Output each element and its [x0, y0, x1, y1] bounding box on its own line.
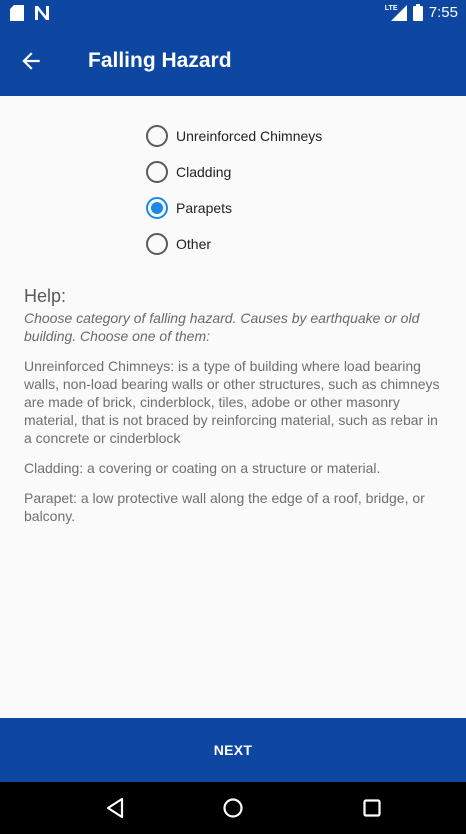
- arrow-back-icon: [22, 52, 40, 70]
- radio-cladding[interactable]: [146, 161, 168, 183]
- next-button-label: NEXT: [213, 742, 253, 758]
- sd-card-icon: [10, 5, 24, 21]
- help-intro: Choose category of falling hazard. Cause…: [24, 310, 420, 344]
- back-button[interactable]: [18, 48, 44, 74]
- nav-back-button[interactable]: [102, 794, 130, 822]
- nav-home-button[interactable]: [219, 794, 247, 822]
- home-circle-icon: [223, 798, 243, 818]
- option-parapets[interactable]: Parapets: [146, 190, 446, 226]
- option-label: Cladding: [176, 164, 232, 180]
- status-time: 7:55: [428, 4, 458, 21]
- nav-recents-button[interactable]: [358, 794, 386, 822]
- hazard-radio-group: Unreinforced Chimneys Cladding Parapets …: [146, 118, 446, 262]
- option-label: Other: [176, 236, 212, 252]
- option-unreinforced-chimneys[interactable]: Unreinforced Chimneys: [146, 118, 446, 154]
- back-triangle-icon: [106, 797, 124, 819]
- help-paragraph-parapet: Parapet: a low protective wall along the…: [24, 490, 425, 524]
- radio-parapets[interactable]: [146, 197, 168, 219]
- page-title: Falling Hazard: [88, 49, 232, 72]
- recents-square-icon: [363, 799, 381, 817]
- radio-unreinforced-chimneys[interactable]: [146, 125, 168, 147]
- battery-icon: [412, 4, 423, 21]
- signal-icon: LTE: [384, 4, 407, 21]
- radio-other[interactable]: [146, 233, 168, 255]
- network-type-label: LTE: [384, 4, 398, 12]
- option-label: Unreinforced Chimneys: [176, 128, 323, 144]
- help-paragraph-chimneys: Unreinforced Chimneys: is a type of buil…: [24, 358, 440, 446]
- option-other[interactable]: Other: [146, 226, 446, 262]
- status-bar: LTE 7:55: [0, 0, 466, 26]
- n-notification-icon: [34, 5, 50, 21]
- help-section: Help: Choose category of falling hazard.…: [24, 286, 446, 537]
- help-paragraph-cladding: Cladding: a covering or coating on a str…: [24, 460, 381, 476]
- system-nav-bar: [0, 782, 466, 834]
- option-label: Parapets: [176, 200, 233, 216]
- app-bar: Falling Hazard: [0, 26, 466, 96]
- option-cladding[interactable]: Cladding: [146, 154, 446, 190]
- next-button[interactable]: NEXT: [0, 718, 466, 782]
- help-title: Help:: [24, 286, 67, 306]
